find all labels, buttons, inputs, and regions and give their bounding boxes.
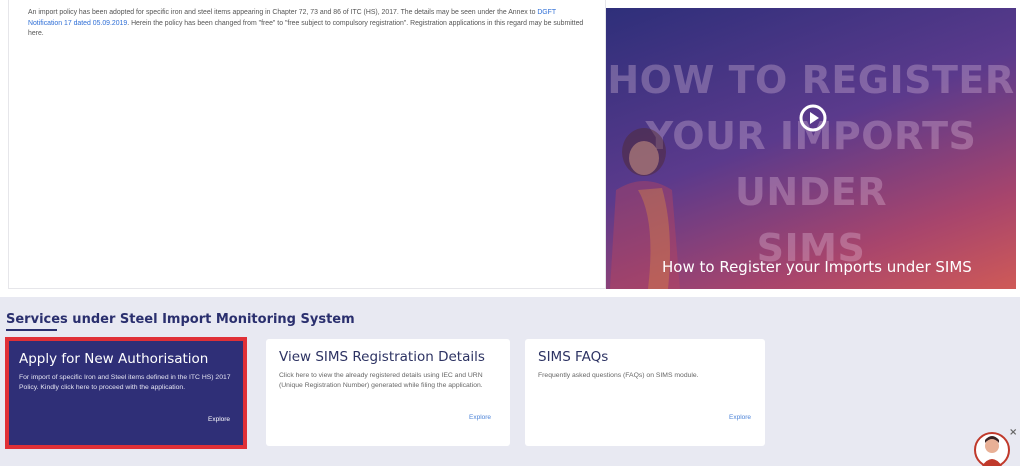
explore-link[interactable]: Explore <box>729 414 751 421</box>
play-circle-icon[interactable] <box>798 103 828 133</box>
intro-panel: An import policy has been adopted for sp… <box>8 0 606 289</box>
explore-link[interactable]: Explore <box>469 414 491 421</box>
video-bg-line-1: HOW TO REGISTER <box>607 58 1015 102</box>
sims-faqs-card[interactable]: SIMS FAQs Frequently asked questions (FA… <box>525 339 765 446</box>
card-title: View SIMS Registration Details <box>279 349 485 365</box>
view-sims-registration-card[interactable]: View SIMS Registration Details Click her… <box>266 339 510 446</box>
services-title-underline <box>6 329 57 331</box>
card-description: For import of specific Iron and Steel it… <box>19 374 231 391</box>
services-title: Services under Steel Import Monitoring S… <box>6 312 355 327</box>
video-caption: How to Register your Imports under SIMS <box>662 258 972 276</box>
chatbot-avatar-icon[interactable] <box>972 430 1014 466</box>
card-description: Click here to view the already registere… <box>279 372 483 389</box>
intro-text: An import policy has been adopted for sp… <box>28 8 588 40</box>
explore-link[interactable]: Explore <box>208 416 230 423</box>
card-description: Frequently asked questions (FAQs) on SIM… <box>538 372 699 379</box>
apply-new-authorisation-card[interactable]: Apply for New Authorisation For import o… <box>5 337 247 449</box>
chatbot-close-icon[interactable]: × <box>1009 427 1017 438</box>
intro-text-part-1: An import policy has been adopted for sp… <box>28 9 538 16</box>
card-title: SIMS FAQs <box>538 349 609 365</box>
card-title: Apply for New Authorisation <box>19 351 209 367</box>
